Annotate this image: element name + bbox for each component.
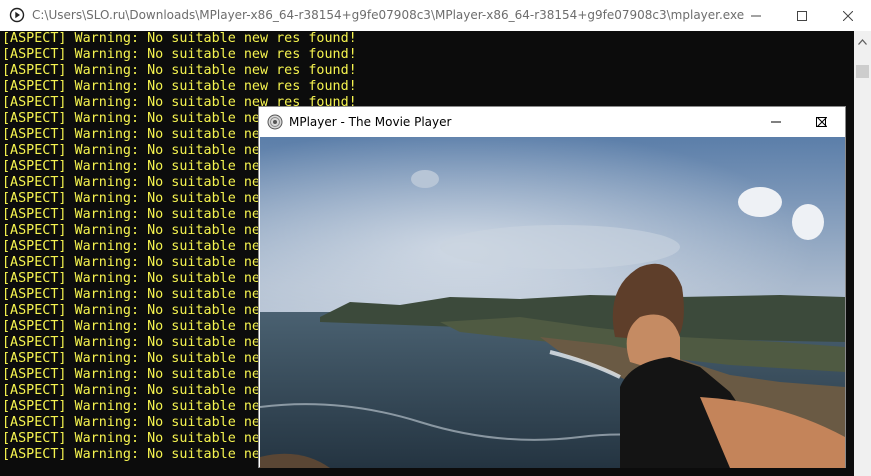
console-close-button[interactable] [825, 0, 871, 31]
console-line: [ASPECT] Warning: No suitable new res fo… [2, 79, 357, 94]
console-line: [ASPECT] Warning: No suitable new res fo… [2, 63, 357, 78]
player-window-title: MPlayer - The Movie Player [289, 115, 452, 129]
mplayer-play-icon [9, 7, 25, 23]
maximize-icon [797, 10, 807, 21]
player-title-bar[interactable]: MPlayer - The Movie Player [259, 107, 845, 137]
console-title-bar[interactable]: C:\Users\SLO.ru\Downloads\MPlayer-x86_64… [0, 0, 871, 31]
console-line: [ASPECT] Warning: No suitable new res fo… [2, 47, 357, 62]
close-icon [817, 117, 827, 127]
scroll-thumb[interactable] [856, 65, 869, 78]
console-maximize-button[interactable] [779, 0, 825, 31]
mplayer-disc-icon [267, 114, 283, 130]
video-frame[interactable] [260, 137, 845, 468]
scroll-up-arrow-icon [858, 30, 867, 49]
player-close-button[interactable] [799, 107, 845, 137]
console-minimize-button[interactable] [733, 0, 779, 31]
player-maximize-button[interactable] [752, 107, 826, 137]
video-frame-image [260, 137, 845, 468]
console-line: [ASPECT] Warning: No suitable new res fo… [2, 31, 357, 46]
console-scrollbar[interactable] [854, 31, 871, 476]
scroll-up-button[interactable] [854, 31, 871, 48]
minimize-icon [751, 11, 761, 21]
player-window: MPlayer - The Movie Player [258, 106, 846, 468]
close-icon [843, 10, 853, 21]
console-window-title: C:\Users\SLO.ru\Downloads\MPlayer-x86_64… [32, 8, 745, 22]
